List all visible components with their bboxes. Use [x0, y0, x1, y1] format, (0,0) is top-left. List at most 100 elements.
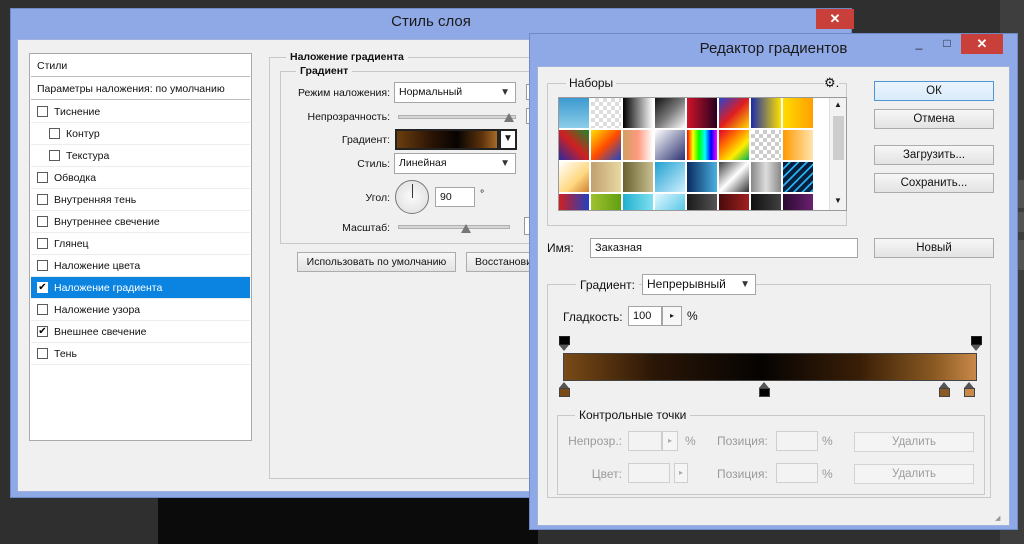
close-icon[interactable]: ✕ — [816, 9, 854, 29]
gradient-preset-swatch[interactable] — [783, 98, 814, 129]
gradient-bar[interactable] — [563, 353, 977, 381]
checkbox-checked[interactable]: ✔ — [37, 325, 48, 337]
name-input[interactable]: Заказная — [590, 238, 858, 258]
angle-dial[interactable] — [395, 180, 429, 214]
style-item-label: Наложение цвета — [54, 260, 141, 272]
restore-button[interactable]: Восстанови — [466, 252, 530, 272]
gradient-preset-swatch[interactable] — [687, 130, 718, 161]
color-stop[interactable] — [559, 382, 570, 397]
gradient-preset-swatch[interactable] — [623, 98, 654, 129]
gradient-preset-swatch[interactable] — [751, 98, 782, 129]
gear-icon[interactable]: ⚙. — [824, 75, 840, 91]
smoothness-stepper[interactable]: ▸ — [662, 306, 682, 326]
checkbox[interactable] — [37, 347, 48, 359]
checkbox[interactable] — [49, 149, 60, 161]
gradient-preset-swatch[interactable] — [623, 130, 654, 161]
color-stop[interactable] — [759, 382, 770, 397]
presets-scrollbar[interactable]: ▲ ▼ — [829, 98, 846, 210]
smoothness-input[interactable]: 100 — [628, 306, 662, 326]
opacity-slider[interactable] — [398, 115, 516, 119]
checkbox[interactable] — [37, 171, 48, 183]
load-button[interactable]: Загрузить... — [874, 145, 994, 165]
save-button[interactable]: Сохранить... — [874, 173, 994, 193]
gradient-type-select[interactable]: Непрерывный ▼ — [642, 274, 756, 295]
delete-color-stop-button[interactable]: Удалить — [854, 464, 974, 484]
gradient-preset-swatch[interactable] — [559, 98, 590, 129]
gradient-preview[interactable] — [395, 129, 499, 150]
gradient-preset-swatch[interactable] — [655, 194, 686, 210]
chevron-down-icon: ▼ — [500, 158, 510, 169]
style-item[interactable]: Текстура — [31, 145, 250, 167]
gradient-preset-swatch[interactable] — [687, 194, 718, 210]
style-item[interactable]: Внутренняя тень — [31, 189, 250, 211]
gradient-preset-swatch[interactable] — [719, 194, 750, 210]
scale-slider[interactable] — [398, 225, 510, 229]
gradient-preset-swatch[interactable] — [655, 130, 686, 161]
maximize-icon[interactable]: □ — [934, 34, 960, 54]
gradient-preset-swatch[interactable] — [559, 162, 590, 193]
gradient-preset-swatch[interactable] — [751, 162, 782, 193]
style-item[interactable]: Наложение цвета — [31, 255, 250, 277]
checkbox[interactable] — [37, 105, 48, 117]
gradient-preset-swatch[interactable] — [783, 130, 814, 161]
style-item[interactable]: ✔ Внешнее свечение — [31, 321, 250, 343]
style-item[interactable]: Обводка — [31, 167, 250, 189]
opacity-stop[interactable] — [971, 336, 982, 351]
minimize-icon[interactable]: _ — [906, 34, 932, 54]
checkbox[interactable] — [49, 127, 60, 139]
gradient-preset-swatch[interactable] — [655, 98, 686, 129]
cancel-button[interactable]: Отмена — [874, 109, 994, 129]
blend-options-item[interactable]: Параметры наложения: по умолчанию — [31, 78, 250, 100]
checkbox[interactable] — [37, 237, 48, 249]
gradient-preset-swatch[interactable] — [687, 162, 718, 193]
gradient-preset-swatch[interactable] — [751, 194, 782, 210]
gradient-preset-swatch[interactable] — [559, 194, 590, 210]
checkbox[interactable] — [37, 215, 48, 227]
use-default-button[interactable]: Использовать по умолчанию — [297, 252, 456, 272]
gradient-preset-swatch[interactable] — [783, 194, 814, 210]
style-item[interactable]: Тень — [31, 343, 250, 365]
close-icon[interactable]: ✕ — [961, 34, 1003, 54]
gradient-preset-swatch[interactable] — [719, 130, 750, 161]
gradient-preset-swatch[interactable] — [559, 130, 590, 161]
gradient-preset-swatch[interactable] — [751, 130, 782, 161]
gradient-preset-swatch[interactable] — [591, 162, 622, 193]
gradient-preset-swatch[interactable] — [623, 194, 654, 210]
gradient-preset-swatch[interactable] — [623, 162, 654, 193]
gradient-preset-swatch[interactable] — [783, 162, 814, 193]
color-stop[interactable] — [939, 382, 950, 397]
opacity-stop[interactable] — [559, 336, 570, 351]
scale-slider-thumb[interactable] — [461, 224, 471, 233]
blend-mode-select[interactable]: Нормальный ▼ — [394, 82, 516, 103]
style-select[interactable]: Линейная ▼ — [394, 153, 516, 174]
gradient-preset-swatch[interactable] — [655, 162, 686, 193]
checkbox[interactable] — [37, 193, 48, 205]
new-button[interactable]: Новый — [874, 238, 994, 258]
styles-header[interactable]: Стили — [31, 55, 250, 77]
angle-input[interactable]: 90 — [435, 187, 475, 207]
gradient-dropdown-button[interactable]: ▼ — [499, 129, 517, 150]
checkbox[interactable] — [37, 303, 48, 315]
gradient-preset-swatch[interactable] — [719, 98, 750, 129]
scale-label: Масштаб: — [342, 222, 390, 234]
gradient-preset-swatch[interactable] — [719, 162, 750, 193]
gradient-preset-swatch[interactable] — [687, 98, 718, 129]
gradient-preset-swatch[interactable] — [591, 98, 622, 129]
style-item[interactable]: Тиснение — [31, 101, 250, 123]
style-item[interactable]: Наложение узора — [31, 299, 250, 321]
style-item[interactable]: ✔ Наложение градиента — [31, 277, 250, 299]
stop-opacity-input — [628, 431, 662, 451]
checkbox-checked[interactable]: ✔ — [37, 281, 48, 293]
canvas-area — [158, 497, 538, 544]
opacity-slider-thumb[interactable] — [504, 113, 514, 122]
delete-opacity-stop-button[interactable]: Удалить — [854, 432, 974, 452]
ok-button[interactable]: ОК — [874, 81, 994, 101]
color-stop[interactable] — [964, 382, 975, 397]
checkbox[interactable] — [37, 259, 48, 271]
resize-grip-icon[interactable]: ◢ — [995, 514, 1005, 524]
gradient-preset-swatch[interactable] — [591, 130, 622, 161]
style-item[interactable]: Контур — [31, 123, 250, 145]
gradient-preset-swatch[interactable] — [591, 194, 622, 210]
style-item[interactable]: Внутреннее свечение — [31, 211, 250, 233]
style-item[interactable]: Глянец — [31, 233, 250, 255]
